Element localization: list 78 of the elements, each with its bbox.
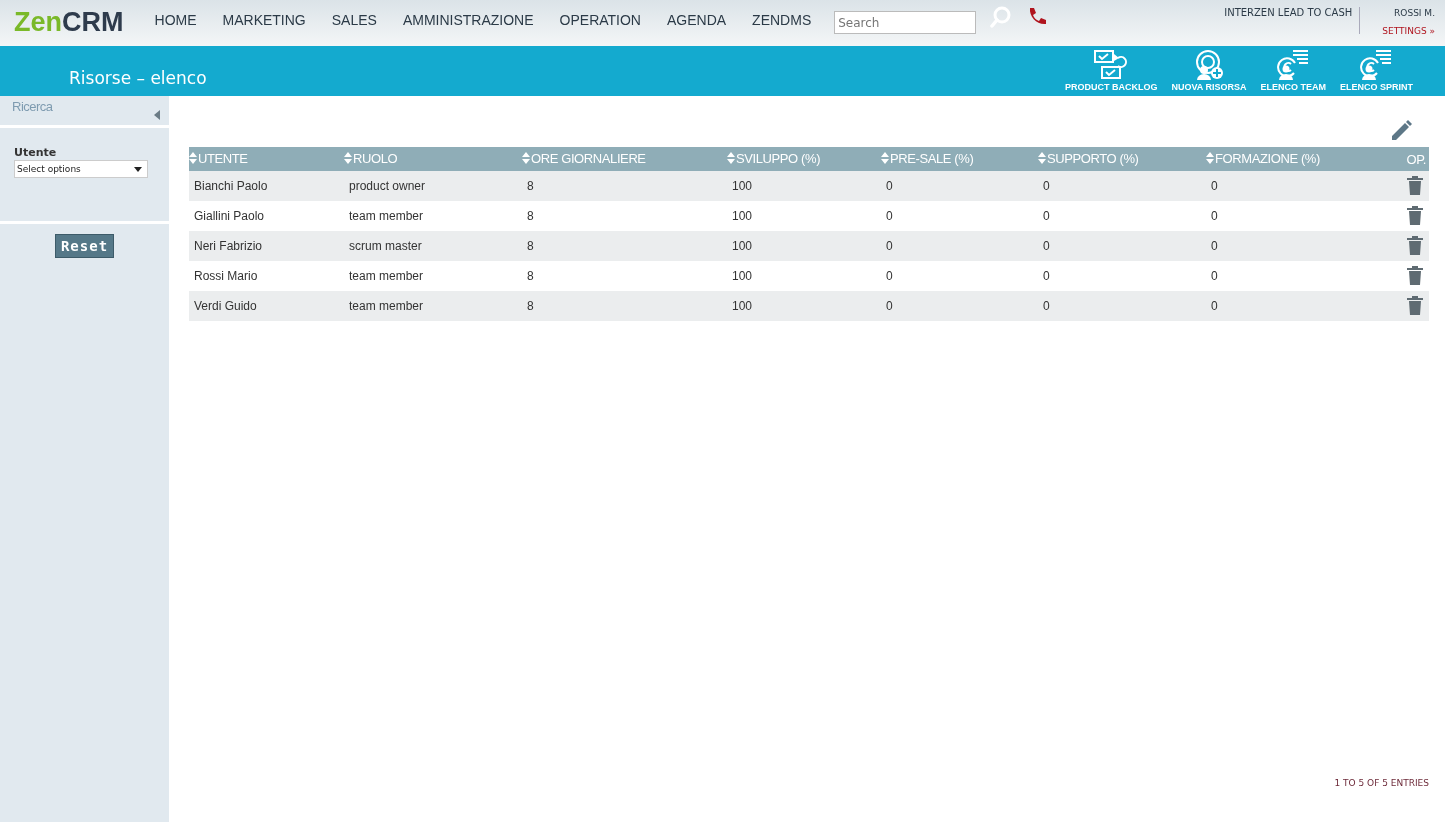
- column-header[interactable]: PRE-SALE (%): [881, 147, 1038, 171]
- nav-link[interactable]: AMMINISTRAZIONE: [389, 0, 547, 28]
- caret-icon: [134, 166, 142, 172]
- table-cell: 0: [1038, 201, 1206, 231]
- toolbar-button[interactable]: NUOVA RISORSA: [1171, 50, 1247, 96]
- table-cell: 8: [522, 261, 727, 291]
- nav-link[interactable]: OPERATION: [546, 0, 654, 28]
- page-title: Risorse – elenco: [69, 68, 207, 88]
- select-field[interactable]: Select options: [14, 160, 148, 178]
- column-header[interactable]: SUPPORTO (%): [1038, 147, 1206, 171]
- toolbar-button[interactable]: ELENCO TEAM: [1260, 50, 1326, 96]
- trash-icon[interactable]: [1407, 204, 1423, 225]
- column-header: OP.: [1381, 147, 1429, 171]
- nav-link[interactable]: HOME: [141, 0, 210, 28]
- target-list-icon[interactable]: [1277, 50, 1310, 80]
- table-cell: 8: [522, 171, 727, 201]
- table-cell: Verdi Guido: [189, 291, 344, 321]
- table-cell: 0: [1038, 261, 1206, 291]
- table-cell: team member: [344, 291, 522, 321]
- table-cell: team member: [344, 201, 522, 231]
- table-cell: 0: [1206, 171, 1381, 201]
- table-cell: 100: [727, 231, 881, 261]
- table-cell: 8: [522, 291, 727, 321]
- table-cell: 0: [1206, 261, 1381, 291]
- sort-icon[interactable]: [189, 152, 197, 165]
- logo[interactable]: ZenCRM: [14, 7, 124, 38]
- nav-link[interactable]: ZENDMS: [739, 0, 825, 28]
- column-header[interactable]: UTENTE: [189, 147, 344, 171]
- search-field[interactable]: Search: [834, 11, 977, 34]
- trash-icon[interactable]: [1407, 264, 1423, 285]
- entries-info: 1 TO 5 OF 5 ENTRIES: [1334, 778, 1429, 788]
- pencil-icon[interactable]: [1390, 120, 1412, 142]
- table-cell: Rossi Mario: [189, 261, 344, 291]
- table-cell: 0: [881, 201, 1038, 231]
- collapse-icon[interactable]: [154, 110, 160, 120]
- column-header[interactable]: SVILUPPO (%): [727, 147, 881, 171]
- table-cell: 100: [727, 171, 881, 201]
- filter-label: Utente: [14, 146, 58, 159]
- table-cell: 0: [881, 291, 1038, 321]
- table-cell: 0: [1206, 291, 1381, 321]
- table-cell: 0: [1038, 231, 1206, 261]
- table-cell: 0: [1038, 171, 1206, 201]
- column-header[interactable]: FORMAZIONE (%): [1206, 147, 1381, 171]
- trash-icon[interactable]: [1407, 234, 1423, 255]
- table-cell: 0: [1206, 231, 1381, 261]
- table-cell: 100: [727, 291, 881, 321]
- toolbar-button[interactable]: ELENCO SPRINT: [1340, 50, 1413, 96]
- panel-title: Ricerca: [12, 99, 53, 116]
- table-cell: 100: [727, 261, 881, 291]
- settings-link[interactable]: SETTINGS »: [1382, 26, 1435, 36]
- nav-link[interactable]: MARKETING: [209, 0, 319, 28]
- table-cell: 0: [881, 171, 1038, 201]
- table-cell: Bianchi Paolo: [189, 171, 344, 201]
- company-name: INTERZEN LEAD TO CASH: [1224, 7, 1361, 34]
- table-cell: 0: [881, 231, 1038, 261]
- nav-link[interactable]: SALES: [318, 0, 390, 28]
- target-list-icon[interactable]: [1360, 50, 1393, 80]
- table-cell: 100: [727, 201, 881, 231]
- table-cell: Neri Fabrizio: [189, 231, 344, 261]
- target-person-add-icon[interactable]: [1193, 50, 1224, 80]
- backlog-icon[interactable]: [1094, 50, 1129, 80]
- table-cell: product owner: [344, 171, 522, 201]
- table-cell: 0: [1206, 201, 1381, 231]
- user-name: ROSSI M.: [1394, 8, 1435, 18]
- reset-button[interactable]: Reset: [54, 234, 115, 258]
- table-cell: Giallini Paolo: [189, 201, 344, 231]
- table-cell: 0: [881, 261, 1038, 291]
- column-header[interactable]: RUOLO: [344, 147, 522, 171]
- table-cell: scrum master: [344, 231, 522, 261]
- table-cell: 8: [522, 201, 727, 231]
- table-cell: 8: [522, 231, 727, 261]
- trash-icon[interactable]: [1407, 294, 1423, 315]
- toolbar-button[interactable]: PRODUCT BACKLOG: [1064, 50, 1158, 96]
- trash-icon[interactable]: [1407, 174, 1423, 195]
- table-cell: team member: [344, 261, 522, 291]
- nav-link[interactable]: AGENDA: [654, 0, 740, 28]
- column-header[interactable]: ORE GIORNALIERE: [522, 147, 727, 171]
- table-cell: 0: [1038, 291, 1206, 321]
